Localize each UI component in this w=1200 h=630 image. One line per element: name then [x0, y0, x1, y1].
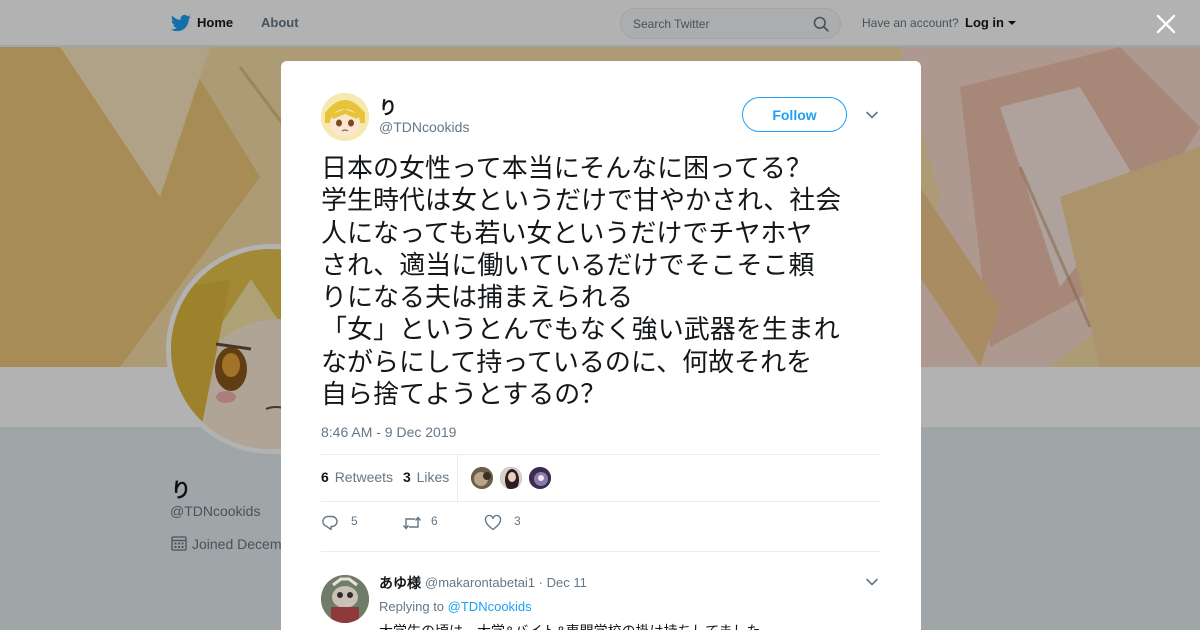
replying-to-handle[interactable]: @TDNcookids [448, 599, 532, 614]
retweets-label[interactable]: Retweets [335, 469, 393, 485]
reply-count: 5 [351, 514, 358, 528]
like-count: 3 [514, 514, 521, 528]
tweet-stats: 6 Retweets 3 Likes [321, 469, 449, 485]
divider [321, 551, 881, 552]
divider [321, 501, 881, 502]
reply-avatar-art [321, 575, 369, 623]
like-button[interactable]: 3 [484, 513, 524, 533]
author-avatar-art [321, 93, 369, 141]
chevron-down-icon[interactable] [865, 108, 879, 122]
retweet-button[interactable]: 6 [402, 513, 442, 533]
liker-avatar-art [529, 467, 551, 489]
retweets-count[interactable]: 6 [321, 469, 329, 485]
reply-icon [322, 515, 338, 531]
follow-button[interactable]: Follow [742, 97, 847, 132]
stats-separator [457, 455, 458, 501]
replying-to-label: Replying to [379, 599, 445, 614]
reply-author-name[interactable]: あゆ様 [379, 573, 421, 593]
liker-avatar[interactable] [528, 466, 552, 490]
replying-to: Replying to @TDNcookids [379, 599, 532, 614]
likes-count[interactable]: 3 [403, 469, 411, 485]
divider [321, 454, 881, 455]
liker-avatar-art [471, 467, 493, 489]
chevron-down-icon[interactable] [865, 575, 879, 589]
heart-icon [484, 514, 502, 531]
likes-label[interactable]: Likes [417, 469, 450, 485]
author-name[interactable]: り [379, 94, 397, 120]
tweet-modal: り @TDNcookids Follow 日本の女性って本当にそんなに困ってる？… [281, 61, 921, 630]
reply-text: 大学生の頃は、大学&バイト&専門学校の掛け持ちしてました [379, 621, 761, 630]
liker-avatar[interactable] [470, 466, 494, 490]
author-handle[interactable]: @TDNcookids [379, 119, 469, 135]
liker-avatar-art [500, 467, 522, 489]
reply-button[interactable]: 5 [321, 513, 361, 533]
reply-meta[interactable]: @makarontabetai1 · Dec 11 [425, 575, 587, 590]
tweet-text: 日本の女性って本当にそんなに困ってる？ 学生時代は女というだけで甘やかされ、社会… [321, 154, 842, 411]
retweet-icon [402, 516, 422, 530]
reply-author-avatar[interactable] [321, 575, 369, 623]
tweet-timestamp[interactable]: 8:46 AM - 9 Dec 2019 [321, 424, 456, 440]
retweet-count: 6 [431, 514, 438, 528]
close-icon[interactable] [1155, 13, 1177, 35]
author-avatar[interactable] [321, 93, 369, 141]
liker-avatar[interactable] [499, 466, 523, 490]
